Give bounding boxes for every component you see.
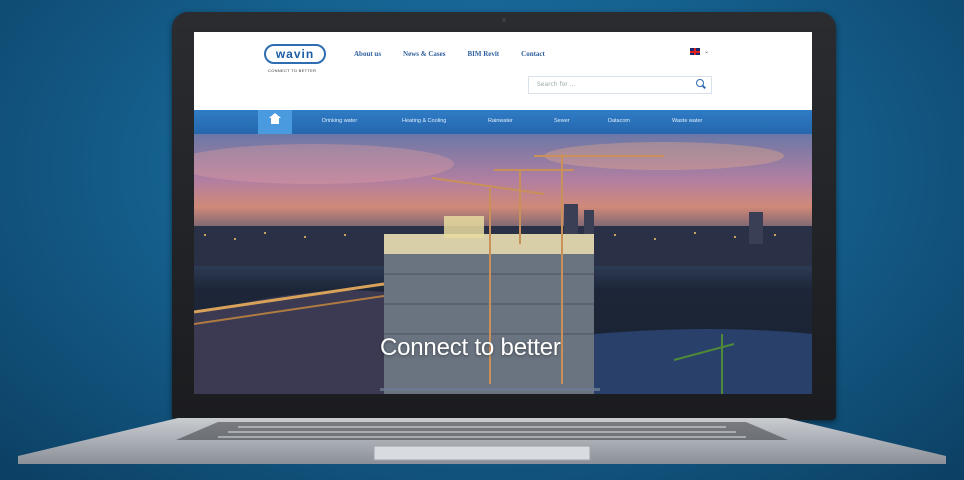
- site-header: wavin CONNECT TO BETTER About us News & …: [194, 32, 812, 110]
- search-icon[interactable]: [696, 79, 704, 87]
- laptop-screen: wavin CONNECT TO BETTER About us News & …: [194, 32, 812, 394]
- laptop-lid: wavin CONNECT TO BETTER About us News & …: [172, 12, 836, 420]
- nav-heating-cooling[interactable]: Heating & Cooling: [402, 118, 446, 124]
- nav-bim-revit[interactable]: BIM Revit: [467, 50, 499, 58]
- nav-contact[interactable]: Contact: [521, 50, 545, 58]
- nav-rainwater[interactable]: Rainwater: [488, 118, 513, 124]
- laptop-keyboard-base: [18, 418, 946, 464]
- uk-flag-icon: [690, 48, 700, 55]
- main-category-nav: Drinking water Heating & Cooling Rainwat…: [194, 110, 812, 134]
- top-navigation: About us News & Cases BIM Revit Contact: [354, 50, 545, 58]
- hero-headline: Connect to better: [380, 334, 561, 361]
- nav-waste-water[interactable]: Waste water: [672, 118, 702, 124]
- nav-about-us[interactable]: About us: [354, 50, 381, 58]
- wavin-logo[interactable]: wavin: [264, 44, 326, 64]
- nav-datacom[interactable]: Datacom: [608, 118, 630, 124]
- home-icon: [269, 113, 281, 124]
- search-input[interactable]: Search for ...: [528, 76, 712, 94]
- home-tab[interactable]: [258, 110, 292, 134]
- nav-news-cases[interactable]: News & Cases: [403, 50, 445, 58]
- nav-sewer[interactable]: Sewer: [554, 118, 570, 124]
- hero-banner: Connect to better: [194, 134, 812, 394]
- slider-indicator[interactable]: [380, 388, 600, 391]
- language-selector[interactable]: ⌄: [690, 48, 709, 55]
- chevron-down-icon: ⌄: [704, 48, 710, 55]
- webcam: [502, 18, 506, 22]
- logo-tagline: CONNECT TO BETTER: [268, 68, 317, 73]
- nav-drinking-water[interactable]: Drinking water: [322, 118, 357, 124]
